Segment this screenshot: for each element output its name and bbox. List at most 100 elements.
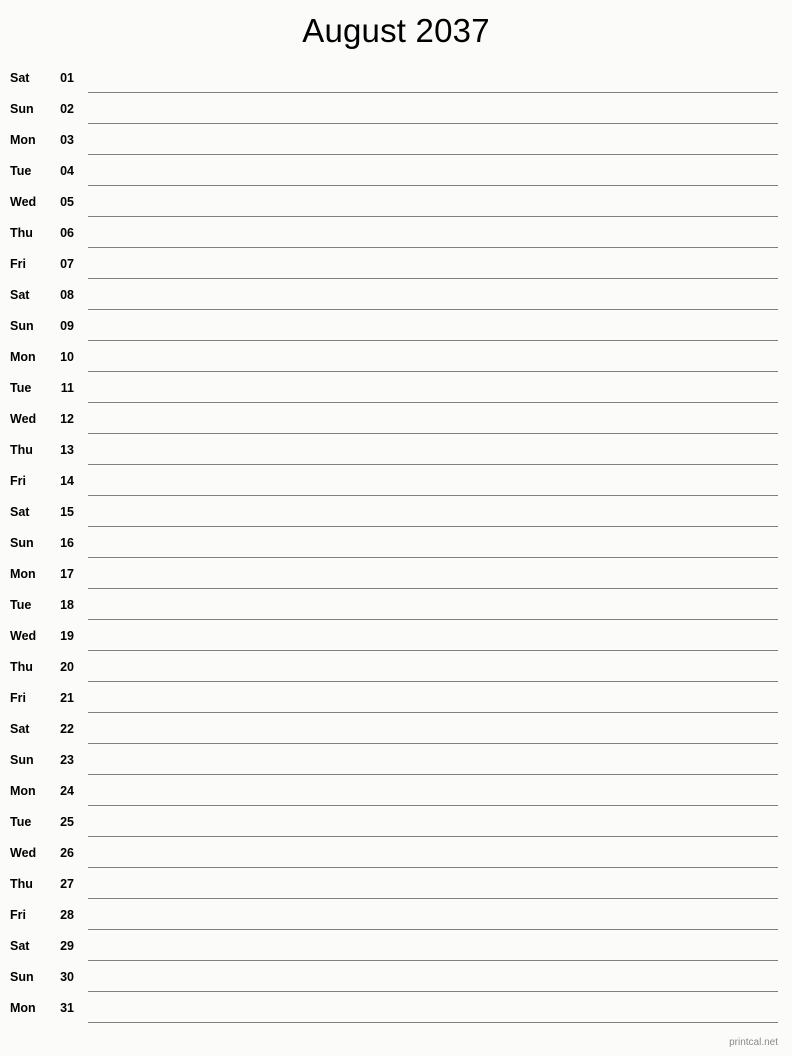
writing-line[interactable] xyxy=(88,1022,778,1023)
day-row[interactable]: Wed 12 xyxy=(10,403,778,434)
day-number: 11 xyxy=(60,380,74,395)
weekday-label: Sun xyxy=(10,752,34,767)
day-row[interactable]: Mon 24 xyxy=(10,775,778,806)
day-row[interactable]: Sun 16 xyxy=(10,527,778,558)
writing-line[interactable] xyxy=(88,588,778,589)
day-row[interactable]: Fri 21 xyxy=(10,682,778,713)
writing-line[interactable] xyxy=(88,464,778,465)
day-number: 14 xyxy=(60,473,74,488)
day-number: 31 xyxy=(60,1000,74,1015)
weekday-label: Mon xyxy=(10,349,36,364)
day-row[interactable]: Fri 28 xyxy=(10,899,778,930)
day-number: 13 xyxy=(60,442,74,457)
writing-line[interactable] xyxy=(88,185,778,186)
day-row[interactable]: Mon 03 xyxy=(10,124,778,155)
day-number: 12 xyxy=(60,411,74,426)
day-row[interactable]: Sun 09 xyxy=(10,310,778,341)
day-number: 02 xyxy=(60,101,74,116)
watermark: printcal.net xyxy=(729,1037,778,1048)
day-row[interactable]: Thu 13 xyxy=(10,434,778,465)
day-row[interactable]: Tue 25 xyxy=(10,806,778,837)
day-row[interactable]: Sat 22 xyxy=(10,713,778,744)
weekday-label: Mon xyxy=(10,132,36,147)
day-row[interactable]: Thu 06 xyxy=(10,217,778,248)
day-row[interactable]: Tue 11 xyxy=(10,372,778,403)
weekday-label: Thu xyxy=(10,876,33,891)
day-row[interactable]: Wed 26 xyxy=(10,837,778,868)
day-number: 08 xyxy=(60,287,74,302)
writing-line[interactable] xyxy=(88,960,778,961)
writing-line[interactable] xyxy=(88,991,778,992)
writing-line[interactable] xyxy=(88,278,778,279)
day-row[interactable]: Sat 01 xyxy=(10,62,778,93)
day-row[interactable]: Thu 20 xyxy=(10,651,778,682)
day-row[interactable]: Tue 18 xyxy=(10,589,778,620)
writing-line[interactable] xyxy=(88,92,778,93)
writing-line[interactable] xyxy=(88,898,778,899)
writing-line[interactable] xyxy=(88,743,778,744)
day-row[interactable]: Mon 10 xyxy=(10,341,778,372)
day-row[interactable]: Sun 02 xyxy=(10,93,778,124)
writing-line[interactable] xyxy=(88,526,778,527)
writing-line[interactable] xyxy=(88,712,778,713)
weekday-label: Fri xyxy=(10,907,26,922)
day-row[interactable]: Sat 29 xyxy=(10,930,778,961)
day-number: 22 xyxy=(60,721,74,736)
day-number: 10 xyxy=(60,349,74,364)
writing-line[interactable] xyxy=(88,340,778,341)
weekday-label: Wed xyxy=(10,628,37,643)
weekday-label: Sun xyxy=(10,969,34,984)
day-number: 29 xyxy=(60,938,74,953)
day-row[interactable]: Fri 14 xyxy=(10,465,778,496)
weekday-label: Sat xyxy=(10,721,30,736)
weekday-label: Mon xyxy=(10,566,36,581)
day-row[interactable]: Sat 15 xyxy=(10,496,778,527)
day-row[interactable]: Mon 31 xyxy=(10,992,778,1023)
writing-line[interactable] xyxy=(88,154,778,155)
writing-line[interactable] xyxy=(88,402,778,403)
day-number: 27 xyxy=(60,876,74,891)
weekday-label: Wed xyxy=(10,411,37,426)
calendar-page: August 2037 Sat 01 Sun 02 Mon 03 Tue 04 Wed 05 Thu… xyxy=(0,0,792,1056)
writing-line[interactable] xyxy=(88,123,778,124)
writing-line[interactable] xyxy=(88,650,778,651)
day-row[interactable]: Sun 30 xyxy=(10,961,778,992)
weekday-label: Sat xyxy=(10,504,30,519)
day-row[interactable]: Fri 07 xyxy=(10,248,778,279)
weekday-label: Thu xyxy=(10,442,33,457)
day-number: 03 xyxy=(60,132,74,147)
writing-line[interactable] xyxy=(88,495,778,496)
weekday-label: Fri xyxy=(10,256,26,271)
weekday-label: Tue xyxy=(10,380,32,395)
writing-line[interactable] xyxy=(88,774,778,775)
day-row[interactable]: Thu 27 xyxy=(10,868,778,899)
writing-line[interactable] xyxy=(88,557,778,558)
day-row[interactable]: Sun 23 xyxy=(10,744,778,775)
day-row[interactable]: Sat 08 xyxy=(10,279,778,310)
day-row[interactable]: Tue 04 xyxy=(10,155,778,186)
weekday-label: Mon xyxy=(10,783,36,798)
writing-line[interactable] xyxy=(88,216,778,217)
weekday-label: Sun xyxy=(10,535,34,550)
weekday-label: Wed xyxy=(10,845,37,860)
day-row[interactable]: Mon 17 xyxy=(10,558,778,589)
writing-line[interactable] xyxy=(88,247,778,248)
day-number: 30 xyxy=(60,969,74,984)
day-row[interactable]: Wed 19 xyxy=(10,620,778,651)
weekday-label: Sat xyxy=(10,938,30,953)
writing-line[interactable] xyxy=(88,929,778,930)
writing-line[interactable] xyxy=(88,371,778,372)
day-row[interactable]: Wed 05 xyxy=(10,186,778,217)
writing-line[interactable] xyxy=(88,681,778,682)
writing-line[interactable] xyxy=(88,836,778,837)
writing-line[interactable] xyxy=(88,433,778,434)
day-number: 19 xyxy=(60,628,74,643)
day-number: 25 xyxy=(60,814,74,829)
day-row-list: Sat 01 Sun 02 Mon 03 Tue 04 Wed 05 Thu 06 Fri 07 Sat 08… xyxy=(0,62,792,1023)
weekday-label: Mon xyxy=(10,1000,36,1015)
writing-line[interactable] xyxy=(88,867,778,868)
writing-line[interactable] xyxy=(88,309,778,310)
weekday-label: Tue xyxy=(10,814,32,829)
writing-line[interactable] xyxy=(88,805,778,806)
writing-line[interactable] xyxy=(88,619,778,620)
